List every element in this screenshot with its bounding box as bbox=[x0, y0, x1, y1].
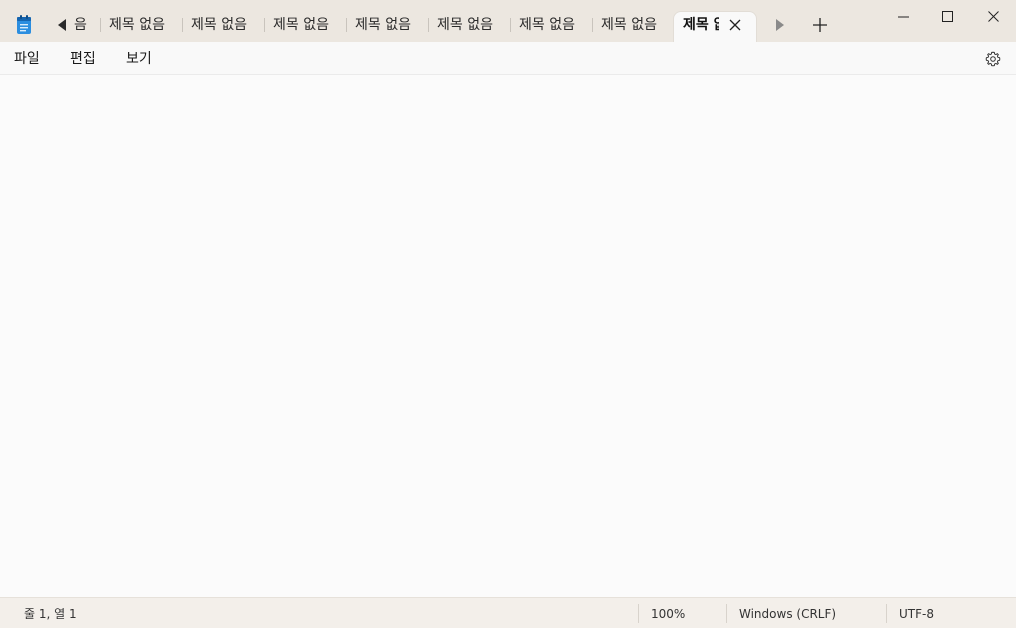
notepad-icon bbox=[15, 15, 33, 35]
tab-label: 제목 없음 bbox=[191, 17, 247, 33]
settings-button[interactable] bbox=[984, 50, 1002, 68]
tab-active[interactable]: 제목 없음 bbox=[674, 12, 756, 42]
zoom-level[interactable]: 100% bbox=[651, 606, 685, 622]
gear-icon bbox=[985, 51, 1001, 67]
menu-view[interactable]: 보기 bbox=[126, 49, 152, 69]
minimize-icon bbox=[897, 16, 909, 17]
plus-icon bbox=[813, 18, 827, 32]
tab-untitled[interactable]: 제목 없음 bbox=[428, 12, 510, 38]
menu-file[interactable]: 파일 bbox=[14, 49, 40, 69]
title-bar: 음 제목 없음 제목 없음 제목 없음 제목 없음 제목 없음 제목 없음 제목… bbox=[0, 0, 1016, 42]
encoding[interactable]: UTF-8 bbox=[899, 606, 934, 622]
triangle-right-icon bbox=[776, 19, 784, 31]
status-bar: 줄 1, 열 1 100% Windows (CRLF) UTF-8 bbox=[0, 597, 1016, 628]
new-tab-button[interactable] bbox=[808, 12, 832, 38]
status-divider bbox=[726, 604, 727, 623]
minimize-button[interactable] bbox=[880, 0, 926, 32]
menu-bar: 파일 편집 보기 bbox=[0, 42, 1016, 75]
scroll-tabs-left-button[interactable] bbox=[52, 12, 72, 38]
tab-label: 제목 없음 bbox=[519, 17, 575, 33]
maximize-button[interactable] bbox=[924, 0, 970, 32]
tab-label: 제목 없음 bbox=[437, 17, 493, 33]
tab-partial[interactable]: 음 bbox=[74, 12, 90, 38]
tab-label: 제목 없음 bbox=[109, 17, 165, 33]
cursor-position: 줄 1, 열 1 bbox=[24, 607, 77, 621]
tab-untitled[interactable]: 제목 없음 bbox=[346, 12, 428, 38]
tab-label: 제목 없음 bbox=[355, 17, 411, 33]
tab-label: 제목 없음 bbox=[601, 17, 657, 33]
text-editor-area[interactable] bbox=[0, 75, 1016, 597]
status-divider bbox=[886, 604, 887, 623]
maximize-icon bbox=[941, 10, 953, 22]
triangle-left-icon bbox=[58, 19, 66, 31]
tab-untitled[interactable]: 제목 없음 bbox=[510, 12, 592, 38]
tab-active-label: 제목 없음 bbox=[683, 17, 719, 33]
tab-close-button[interactable] bbox=[727, 17, 743, 33]
tab-label: 제목 없음 bbox=[273, 17, 329, 33]
menu-edit[interactable]: 편집 bbox=[70, 49, 96, 69]
close-icon bbox=[729, 19, 741, 31]
tab-untitled[interactable]: 제목 없음 bbox=[100, 12, 182, 38]
scroll-tabs-right-button[interactable] bbox=[770, 12, 790, 38]
status-divider bbox=[638, 604, 639, 623]
window-close-button[interactable] bbox=[970, 0, 1016, 32]
close-icon bbox=[987, 10, 999, 22]
tab-untitled[interactable]: 제목 없음 bbox=[182, 12, 264, 38]
line-ending[interactable]: Windows (CRLF) bbox=[739, 606, 836, 622]
tab-untitled[interactable]: 제목 없음 bbox=[592, 12, 674, 38]
notepad-window: 음 제목 없음 제목 없음 제목 없음 제목 없음 제목 없음 제목 없음 제목… bbox=[0, 0, 1016, 628]
tab-untitled[interactable]: 제목 없음 bbox=[264, 12, 346, 38]
